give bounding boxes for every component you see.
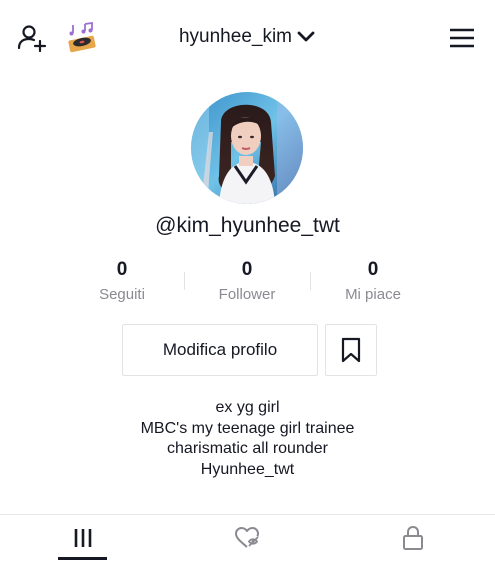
bookmark-icon [341,337,361,363]
username-title: hyunhee_kim [178,26,293,47]
edit-profile-button[interactable]: Modifica profilo [122,324,318,376]
stat-following[interactable]: 0 Seguiti [62,258,182,303]
avatar-image [191,92,303,204]
bookmark-button[interactable] [325,324,377,376]
bio-line: ex yg girl [215,399,280,416]
bio-line: Hyunhee_twt [200,460,295,478]
stat-value: 0 [367,259,379,280]
bio: ex yg girl MBC's my teenage girl trainee… [0,398,495,480]
stat-likes[interactable]: 0 Mi piace [313,258,433,303]
stat-label: Seguiti [99,286,145,303]
liked-hidden-icon [234,527,259,548]
tab-videos[interactable] [0,515,165,561]
stat-divider [310,272,311,290]
stats-row: 0 Seguiti 0 Follower 0 Mi piace [0,258,495,308]
stat-value: 0 [116,259,128,280]
tab-liked[interactable] [165,515,330,561]
account-switcher[interactable]: hyunhee_kim [179,26,316,48]
stat-value: 0 [241,259,253,280]
active-tab-indicator [58,557,107,560]
stat-followers[interactable]: 0 Follower [187,258,307,303]
stat-label: Follower [218,286,276,303]
grid-videos-icon [74,529,91,547]
username-header: hyunhee_kim [0,22,495,52]
bio-line: MBC's my teenage girl trainee [140,419,355,437]
top-bar: hyunhee_kim [0,0,495,74]
chevron-down-icon [297,31,315,42]
menu-button[interactable] [444,20,480,56]
hamburger-menu-icon [450,28,474,48]
avatar[interactable] [191,92,303,204]
lock-icon [402,525,423,550]
stat-label: Mi piace [345,286,401,303]
profile-handle: @kim_hyunhee_twt [155,214,340,237]
stat-divider [184,272,185,290]
tab-private[interactable] [330,515,495,561]
bio-line: charismatic all rounder [167,440,328,457]
